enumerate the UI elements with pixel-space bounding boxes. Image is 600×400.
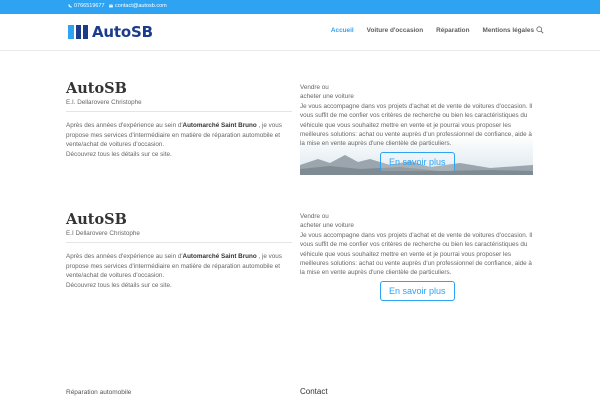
- sell-buy-text: Je vous accompagne dans vos projets d'ac…: [300, 102, 533, 148]
- section-subtitle: E.I Dellarovere Christophe: [66, 230, 292, 243]
- phone-icon: [68, 4, 72, 8]
- section-title: AutoSB: [66, 80, 127, 97]
- section-title: AutoSB: [66, 211, 127, 228]
- intro-text-3: Découvrez tous les détails sur ce site.: [66, 281, 172, 289]
- intro-text-bold: Automarché Saint Bruno: [182, 122, 257, 129]
- repair-heading: Réparation automobile: [66, 389, 132, 396]
- learn-more-button[interactable]: En savoir plus: [380, 281, 455, 301]
- main-nav: Accueil Voiture d'occasion Réparation Me…: [331, 26, 544, 34]
- top-bar: 0766519677 contact@autosb.com: [0, 0, 600, 14]
- topbar-email-text: contact@autosb.com: [115, 3, 167, 9]
- section-subtitle: E.I. Dellarovere Christophe: [66, 99, 292, 112]
- contact-heading: Contact: [300, 387, 328, 396]
- intro-left-column: AutoSB E.I Dellarovere Christophe Après …: [66, 211, 292, 290]
- sell-buy-block: Vendre ou acheter une voiture Je vous ac…: [300, 212, 533, 278]
- nav-item-accueil[interactable]: Accueil: [331, 27, 354, 34]
- nav-item-voiture-occasion[interactable]: Voiture d'occasion: [367, 27, 423, 34]
- logo-text: AutoSB: [92, 23, 153, 41]
- sell-buy-heading-2: acheter une voiture: [300, 222, 354, 230]
- intro-left-column: AutoSB E.I. Dellarovere Christophe Après…: [66, 80, 292, 159]
- envelope-icon: [109, 4, 113, 8]
- topbar-phone[interactable]: 0766519677: [68, 3, 105, 9]
- intro-text-bold: Automarché Saint Bruno: [182, 253, 257, 260]
- intro-paragraph: Après des années d'expérience au sein d'…: [66, 252, 292, 290]
- intro-paragraph: Après des années d'expérience au sein d'…: [66, 121, 292, 159]
- intro-text-3: Découvrez tous les détails sur ce site.: [66, 150, 172, 158]
- sell-buy-heading-2: acheter une voiture: [300, 93, 354, 101]
- intro-text-1: Après des années d'expérience au sein d': [66, 122, 183, 129]
- topbar-email[interactable]: contact@autosb.com: [109, 3, 167, 9]
- sell-buy-text: Je vous accompagne dans vos projets d'ac…: [300, 231, 533, 277]
- intro-text-1: Après des années d'expérience au sein d': [66, 253, 183, 260]
- sell-buy-heading-1: Vendre ou: [300, 84, 329, 91]
- logo-mark-icon: [68, 25, 88, 39]
- site-logo[interactable]: AutoSB: [68, 23, 153, 41]
- search-icon[interactable]: [536, 26, 544, 34]
- topbar-phone-text: 0766519677: [74, 3, 105, 9]
- sell-buy-heading-1: Vendre ou: [300, 213, 329, 220]
- sell-buy-block: Vendre ou acheter une voiture Je vous ac…: [300, 83, 533, 149]
- site-header: AutoSB Accueil Voiture d'occasion Répara…: [0, 14, 600, 50]
- learn-more-button[interactable]: En savoir plus: [380, 152, 455, 172]
- nav-item-mentions-legales[interactable]: Mentions légales: [483, 27, 535, 34]
- nav-item-reparation[interactable]: Réparation: [436, 27, 469, 34]
